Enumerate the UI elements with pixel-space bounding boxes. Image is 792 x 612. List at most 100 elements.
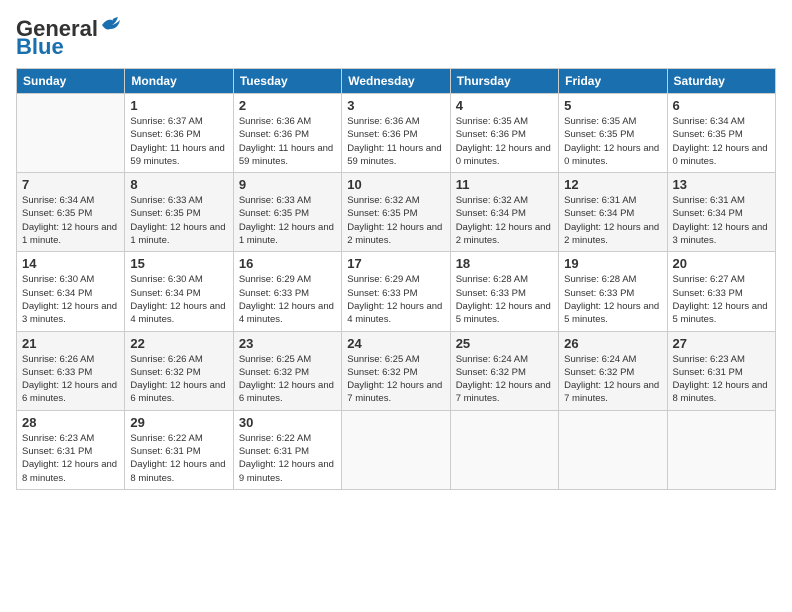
- logo: General Blue: [16, 16, 122, 60]
- day-info: Sunrise: 6:24 AMSunset: 6:32 PMDaylight:…: [456, 353, 553, 406]
- day-number: 10: [347, 177, 444, 192]
- day-info: Sunrise: 6:22 AMSunset: 6:31 PMDaylight:…: [130, 432, 227, 485]
- day-number: 11: [456, 177, 553, 192]
- calendar-cell: 12 Sunrise: 6:31 AMSunset: 6:34 PMDayligh…: [559, 173, 667, 252]
- calendar-week-row: 1Sunrise: 6:37 AMSunset: 6:36 PMDaylight…: [17, 94, 776, 173]
- calendar-cell: 2 Sunrise: 6:36 AMSunset: 6:36 PMDaylight…: [233, 94, 341, 173]
- day-info: Sunrise: 6:25 AMSunset: 6:32 PMDaylight:…: [239, 353, 336, 406]
- day-info: Sunrise: 6:34 AMSunset: 6:35 PMDaylight:…: [673, 115, 770, 168]
- weekday-header: Friday: [559, 69, 667, 94]
- calendar-cell: 15 Sunrise: 6:30 AMSunset: 6:34 PMDayligh…: [125, 252, 233, 331]
- day-number: 18: [456, 256, 553, 271]
- calendar-cell: 21 Sunrise: 6:26 AMSunset: 6:33 PMDayligh…: [17, 331, 125, 410]
- page-header: General Blue: [16, 16, 776, 60]
- calendar-cell: 27 Sunrise: 6:23 AMSunset: 6:31 PMDayligh…: [667, 331, 775, 410]
- calendar-cell: 22 Sunrise: 6:26 AMSunset: 6:32 PMDayligh…: [125, 331, 233, 410]
- calendar-cell: 19 Sunrise: 6:28 AMSunset: 6:33 PMDayligh…: [559, 252, 667, 331]
- calendar-cell: 7 Sunrise: 6:34 AMSunset: 6:35 PMDaylight…: [17, 173, 125, 252]
- calendar-cell: [450, 410, 558, 489]
- logo-bird-icon: [100, 15, 122, 35]
- day-number: 1: [130, 98, 227, 113]
- day-info: Sunrise: 6:24 AMSunset: 6:32 PMDaylight:…: [564, 353, 661, 406]
- day-number: 20: [673, 256, 770, 271]
- calendar-header-row: SundayMondayTuesdayWednesdayThursdayFrid…: [17, 69, 776, 94]
- day-info: Sunrise: 6:32 AMSunset: 6:35 PMDaylight:…: [347, 194, 444, 247]
- day-info: Sunrise: 6:35 AMSunset: 6:35 PMDaylight:…: [564, 115, 661, 168]
- calendar-cell: 23 Sunrise: 6:25 AMSunset: 6:32 PMDayligh…: [233, 331, 341, 410]
- weekday-header: Sunday: [17, 69, 125, 94]
- calendar-cell: 17Sunrise: 6:29 AMSunset: 6:33 PMDayligh…: [342, 252, 450, 331]
- calendar-week-row: 7 Sunrise: 6:34 AMSunset: 6:35 PMDaylight…: [17, 173, 776, 252]
- day-number: 17: [347, 256, 444, 271]
- day-number: 24: [347, 336, 444, 351]
- calendar-cell: 24 Sunrise: 6:25 AMSunset: 6:32 PMDayligh…: [342, 331, 450, 410]
- day-info: Sunrise: 6:23 AMSunset: 6:31 PMDaylight:…: [22, 432, 119, 485]
- day-info: Sunrise: 6:33 AMSunset: 6:35 PMDaylight:…: [239, 194, 336, 247]
- day-info: Sunrise: 6:26 AMSunset: 6:32 PMDaylight:…: [130, 353, 227, 406]
- day-info: Sunrise: 6:28 AMSunset: 6:33 PMDaylight:…: [564, 273, 661, 326]
- day-number: 23: [239, 336, 336, 351]
- calendar-week-row: 28Sunrise: 6:23 AMSunset: 6:31 PMDayligh…: [17, 410, 776, 489]
- calendar-cell: 6 Sunrise: 6:34 AMSunset: 6:35 PMDaylight…: [667, 94, 775, 173]
- day-number: 25: [456, 336, 553, 351]
- day-number: 30: [239, 415, 336, 430]
- day-number: 16: [239, 256, 336, 271]
- day-info: Sunrise: 6:27 AMSunset: 6:33 PMDaylight:…: [673, 273, 770, 326]
- day-number: 13: [673, 177, 770, 192]
- day-info: Sunrise: 6:25 AMSunset: 6:32 PMDaylight:…: [347, 353, 444, 406]
- day-info: Sunrise: 6:33 AMSunset: 6:35 PMDaylight:…: [130, 194, 227, 247]
- calendar-cell: 30 Sunrise: 6:22 AMSunset: 6:31 PMDayligh…: [233, 410, 341, 489]
- calendar-cell: [559, 410, 667, 489]
- calendar-cell: [342, 410, 450, 489]
- weekday-header: Tuesday: [233, 69, 341, 94]
- calendar-cell: 16 Sunrise: 6:29 AMSunset: 6:33 PMDayligh…: [233, 252, 341, 331]
- weekday-header: Monday: [125, 69, 233, 94]
- day-number: 3: [347, 98, 444, 113]
- day-number: 7: [22, 177, 119, 192]
- day-info: Sunrise: 6:22 AMSunset: 6:31 PMDaylight:…: [239, 432, 336, 485]
- day-number: 6: [673, 98, 770, 113]
- day-info: Sunrise: 6:29 AMSunset: 6:33 PMDaylight:…: [239, 273, 336, 326]
- weekday-header: Thursday: [450, 69, 558, 94]
- day-info: Sunrise: 6:36 AMSunset: 6:36 PMDaylight:…: [239, 115, 336, 168]
- day-info: Sunrise: 6:31 AMSunset: 6:34 PMDaylight:…: [673, 194, 770, 247]
- day-info: Sunrise: 6:23 AMSunset: 6:31 PMDaylight:…: [673, 353, 770, 406]
- day-number: 19: [564, 256, 661, 271]
- calendar-cell: [667, 410, 775, 489]
- calendar-cell: 11 Sunrise: 6:32 AMSunset: 6:34 PMDayligh…: [450, 173, 558, 252]
- calendar-cell: 10 Sunrise: 6:32 AMSunset: 6:35 PMDayligh…: [342, 173, 450, 252]
- day-number: 15: [130, 256, 227, 271]
- calendar-cell: 3Sunrise: 6:36 AMSunset: 6:36 PMDaylight…: [342, 94, 450, 173]
- logo-blue: Blue: [16, 34, 64, 60]
- day-info: Sunrise: 6:30 AMSunset: 6:34 PMDaylight:…: [22, 273, 119, 326]
- calendar-cell: [17, 94, 125, 173]
- day-number: 5: [564, 98, 661, 113]
- day-info: Sunrise: 6:31 AMSunset: 6:34 PMDaylight:…: [564, 194, 661, 247]
- day-number: 21: [22, 336, 119, 351]
- calendar-week-row: 21 Sunrise: 6:26 AMSunset: 6:33 PMDayligh…: [17, 331, 776, 410]
- day-info: Sunrise: 6:34 AMSunset: 6:35 PMDaylight:…: [22, 194, 119, 247]
- day-info: Sunrise: 6:26 AMSunset: 6:33 PMDaylight:…: [22, 353, 119, 406]
- day-number: 12: [564, 177, 661, 192]
- calendar-cell: 28Sunrise: 6:23 AMSunset: 6:31 PMDayligh…: [17, 410, 125, 489]
- day-number: 8: [130, 177, 227, 192]
- calendar-cell: 8 Sunrise: 6:33 AMSunset: 6:35 PMDaylight…: [125, 173, 233, 252]
- calendar-cell: 26 Sunrise: 6:24 AMSunset: 6:32 PMDayligh…: [559, 331, 667, 410]
- day-number: 14: [22, 256, 119, 271]
- day-number: 2: [239, 98, 336, 113]
- weekday-header: Saturday: [667, 69, 775, 94]
- day-info: Sunrise: 6:35 AMSunset: 6:36 PMDaylight:…: [456, 115, 553, 168]
- day-info: Sunrise: 6:30 AMSunset: 6:34 PMDaylight:…: [130, 273, 227, 326]
- calendar-cell: 20 Sunrise: 6:27 AMSunset: 6:33 PMDayligh…: [667, 252, 775, 331]
- calendar-cell: 13 Sunrise: 6:31 AMSunset: 6:34 PMDayligh…: [667, 173, 775, 252]
- calendar-cell: 1Sunrise: 6:37 AMSunset: 6:36 PMDaylight…: [125, 94, 233, 173]
- day-number: 27: [673, 336, 770, 351]
- day-info: Sunrise: 6:32 AMSunset: 6:34 PMDaylight:…: [456, 194, 553, 247]
- calendar-week-row: 14 Sunrise: 6:30 AMSunset: 6:34 PMDayligh…: [17, 252, 776, 331]
- day-number: 26: [564, 336, 661, 351]
- day-number: 22: [130, 336, 227, 351]
- calendar-cell: 5 Sunrise: 6:35 AMSunset: 6:35 PMDaylight…: [559, 94, 667, 173]
- calendar-cell: 29Sunrise: 6:22 AMSunset: 6:31 PMDayligh…: [125, 410, 233, 489]
- calendar-cell: 25 Sunrise: 6:24 AMSunset: 6:32 PMDayligh…: [450, 331, 558, 410]
- calendar-cell: 18Sunrise: 6:28 AMSunset: 6:33 PMDayligh…: [450, 252, 558, 331]
